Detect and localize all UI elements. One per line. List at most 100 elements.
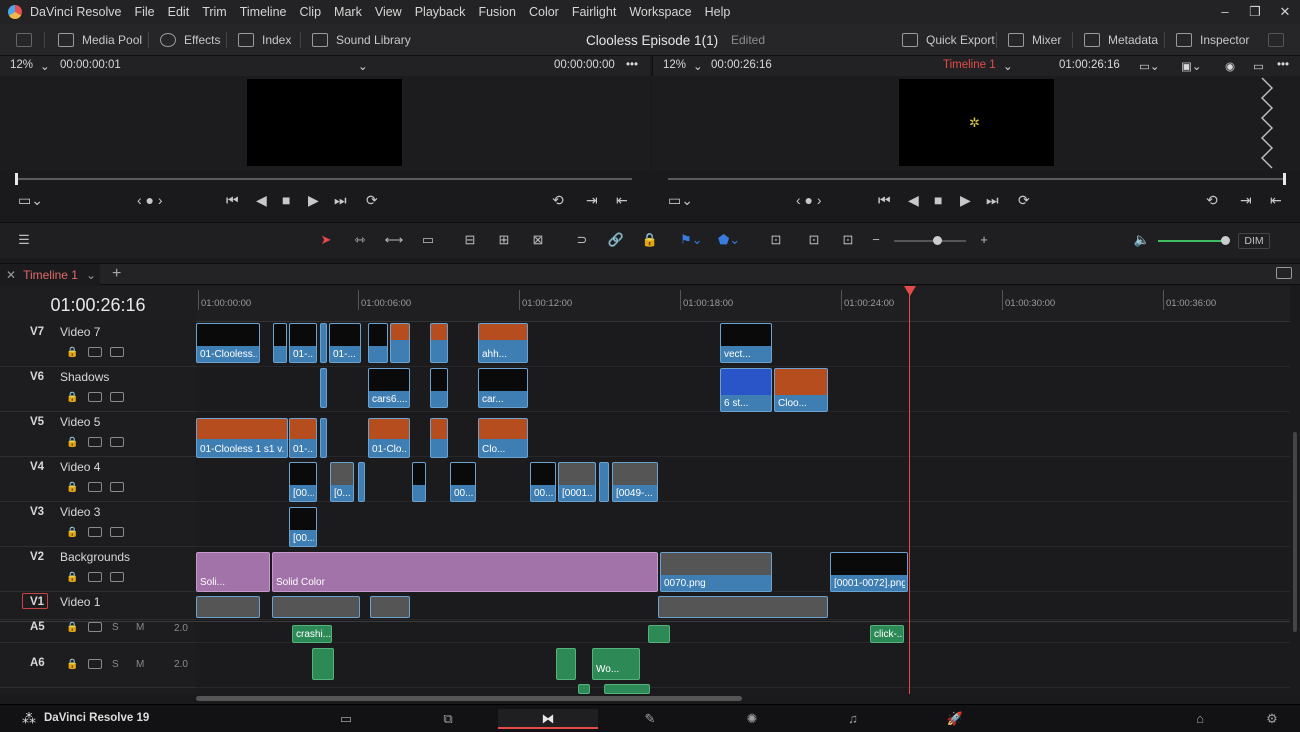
track-name[interactable]: Backgrounds [60,550,130,564]
track-visibility-icon[interactable] [110,572,124,582]
playhead[interactable] [909,286,910,694]
video-clip[interactable]: ahh... [478,323,528,363]
video-clip[interactable] [412,462,426,502]
menu-fusion[interactable]: Fusion [478,5,516,19]
match-frame-icon[interactable]: ⟲ [1206,192,1218,209]
audio-clip[interactable] [648,625,670,643]
play-reverse-icon[interactable]: ◀ [908,192,919,209]
video-clip[interactable]: vect... [720,323,772,363]
page-fusion-icon[interactable]: ✎ [600,709,700,729]
auto-select-icon[interactable] [88,392,102,402]
page-fairlight-icon[interactable]: ♫ [803,709,903,729]
video-clip[interactable]: [00... [289,462,317,502]
zoom-custom-icon[interactable]: ⊡ [838,232,858,248]
video-clip[interactable]: 01-Clooless 1 s1 v... [196,418,288,458]
chevron-down-icon[interactable]: ⌄ [693,59,703,73]
clip-options-icon[interactable]: ▭⌄ [18,192,43,209]
position-lock-icon[interactable]: 🔒 [640,232,660,248]
scrollbar-thumb[interactable] [1293,432,1297,632]
quick-export-button[interactable]: Quick Export [902,24,995,56]
blade-tool-icon[interactable]: ▭ [418,232,438,248]
track-visibility-icon[interactable] [110,347,124,357]
timeline-name[interactable]: Timeline 1 [943,59,996,71]
track-visibility-icon[interactable] [110,527,124,537]
dim-button[interactable]: DIM [1238,233,1270,249]
source-zoom[interactable]: 12% [10,59,33,71]
lock-icon[interactable]: 🔒 [66,482,78,493]
minimize-icon[interactable]: – [1210,0,1240,24]
stop-icon[interactable]: ■ [934,192,942,208]
menu-workspace[interactable]: Workspace [629,5,691,19]
lock-icon[interactable]: 🔒 [66,527,78,538]
overwrite-clip-icon[interactable]: ⊞ [494,232,514,248]
track-header-a6[interactable]: A6 🔒 S M 2.0 [0,643,196,688]
image-clip[interactable]: [0001-0072].png [830,552,908,592]
marker-icon[interactable]: ⬟⌄ [718,232,740,248]
toolbar-collapse-icon[interactable] [1268,24,1284,56]
audio-clip[interactable] [556,648,576,680]
audio-clip[interactable]: Wo... [592,648,640,680]
track-name[interactable]: Video 5 [60,415,100,429]
close-icon[interactable]: ✕ [1270,0,1300,24]
volume-slider-handle[interactable] [1221,236,1230,245]
skip-start-icon[interactable]: ⏮ [226,192,239,209]
more-options-icon[interactable]: ••• [1277,59,1289,71]
timeline-ruler[interactable]: 01:00:00:00 01:00:06:00 01:00:12:00 01:0… [196,286,1290,322]
mute-button[interactable]: M [136,622,144,633]
video-clip[interactable] [430,368,448,408]
video-clip[interactable] [358,462,365,502]
video-clip[interactable] [320,323,327,363]
play-icon[interactable]: ▶ [960,192,971,209]
selection-tool-icon[interactable]: ➤ [316,232,336,248]
timeline-zoom[interactable]: 12% [663,59,686,71]
track-visibility-icon[interactable] [110,482,124,492]
zoom-in-icon[interactable]: + [974,232,994,248]
solid-color-clip[interactable]: Soli... [196,552,270,592]
menu-fairlight[interactable]: Fairlight [572,5,616,19]
viewer-mode-icon[interactable]: ▭ [1253,59,1264,73]
auto-select-icon[interactable] [88,347,102,357]
home-icon[interactable]: ⌂ [1180,709,1220,729]
mute-button[interactable]: M [136,659,144,670]
inspector-button[interactable]: Inspector [1176,24,1249,56]
media-pool-button[interactable]: Media Pool [58,24,142,56]
play-reverse-icon[interactable]: ◀ [256,192,267,209]
track-header-v3[interactable]: V3 Video 3 🔒 [0,502,196,547]
flag-icon[interactable]: ⚑⌄ [680,232,703,248]
timeline-view-icon[interactable] [1276,267,1292,279]
mark-out-icon[interactable]: ⇥ [586,192,598,209]
video-clip[interactable]: [0... [330,462,354,502]
audio-clip[interactable]: click-... [870,625,904,643]
auto-select-icon[interactable] [88,659,102,669]
auto-select-icon[interactable] [88,572,102,582]
track-header-v1[interactable]: V1 Video 1 [0,592,196,620]
jog-control-icon[interactable]: ‹ ● › [796,192,822,208]
track-header-a5[interactable]: A5 🔒 S M 2.0 [0,621,196,643]
video-clip[interactable]: [0049-... [612,462,658,502]
lock-icon[interactable]: 🔒 [66,659,78,670]
video-clip[interactable]: [0001... [558,462,596,502]
video-clip[interactable] [273,323,287,363]
chevron-down-icon[interactable]: ⌄ [86,268,96,282]
jog-control-icon[interactable]: ‹ ● › [137,192,163,208]
metadata-button[interactable]: Metadata [1084,24,1158,56]
clip-options-icon[interactable]: ▭⌄ [668,192,693,209]
loop-icon[interactable]: ⟳ [1018,192,1030,209]
menu-clip[interactable]: Clip [300,5,322,19]
track-name[interactable]: Shadows [60,370,109,384]
video-clip[interactable] [430,323,448,363]
auto-select-icon[interactable] [88,622,102,632]
video-clip[interactable] [658,596,828,618]
menu-mark[interactable]: Mark [334,5,362,19]
mark-in-icon[interactable]: ⇤ [1270,192,1282,209]
video-clip[interactable] [430,418,448,458]
volume-slider[interactable] [1158,240,1226,242]
menu-timeline[interactable]: Timeline [240,5,287,19]
zoom-detail-icon[interactable]: ⊡ [804,232,824,248]
match-frame-icon[interactable]: ⟲ [552,192,564,209]
audio-clip[interactable] [578,684,590,694]
chevron-down-icon[interactable]: ⌄ [40,59,50,73]
mixer-button[interactable]: Mixer [1008,24,1061,56]
auto-select-icon[interactable] [88,437,102,447]
track-header-v2[interactable]: V2 Backgrounds 🔒 [0,547,196,592]
